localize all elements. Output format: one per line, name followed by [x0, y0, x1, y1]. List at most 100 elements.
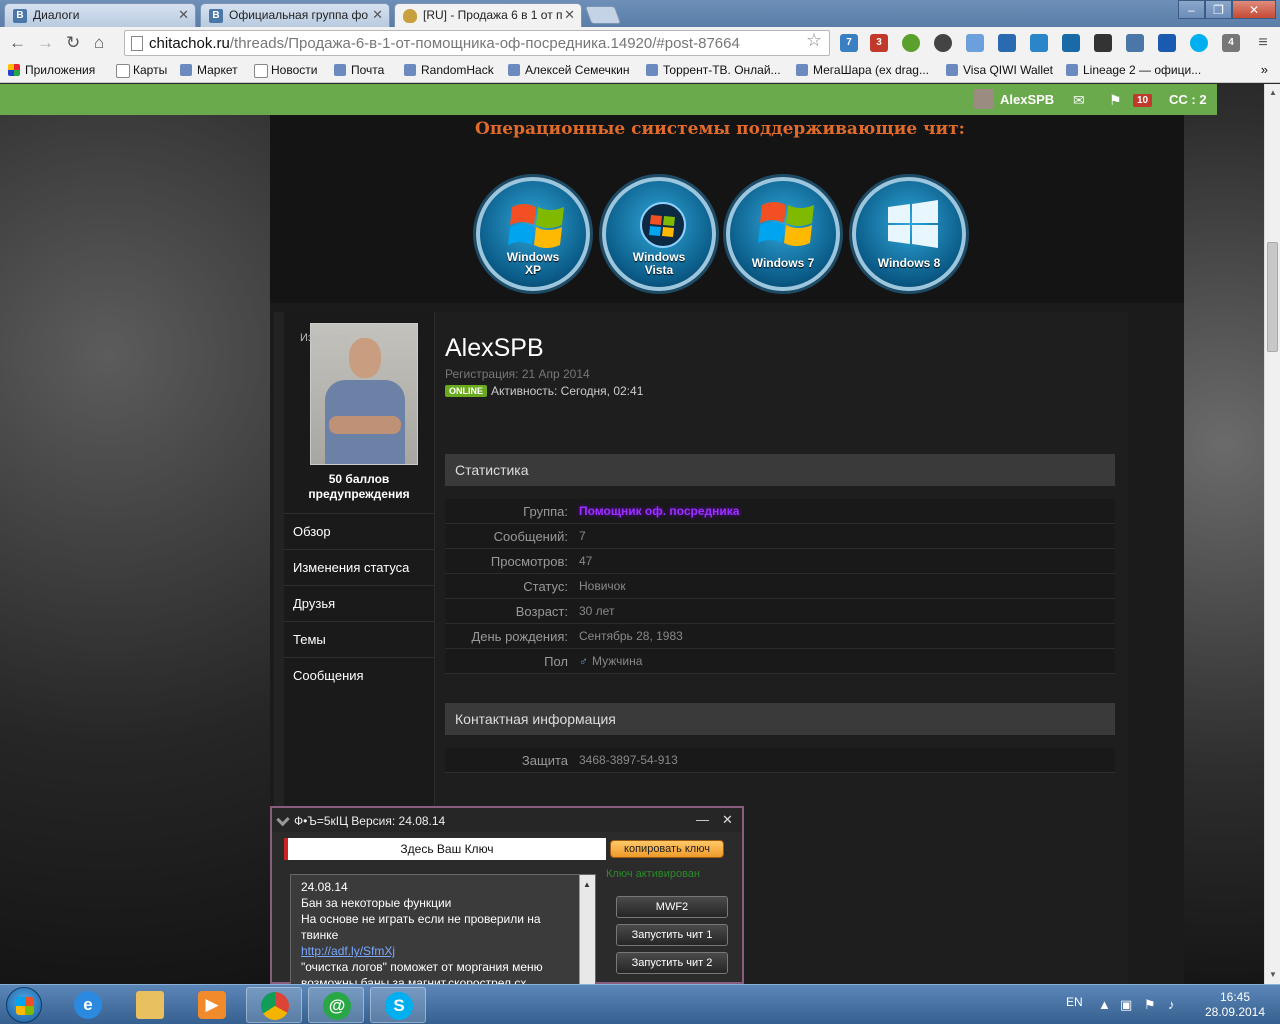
tab-official-group[interactable]: B Официальная группа фо ✕: [200, 3, 390, 27]
home-icon[interactable]: ⌂: [94, 33, 104, 53]
bookmark-qiwi[interactable]: Visa QIWI Wallet: [946, 63, 1053, 77]
bookmark-news[interactable]: Новости: [254, 63, 317, 78]
bookmark-torrent-tv[interactable]: Торрент-ТВ. Онлай...: [646, 63, 781, 77]
extension-icon-3[interactable]: 4: [1222, 34, 1240, 52]
address-bar[interactable]: chitachok.ru/threads/Продажа-6-в-1-от-по…: [124, 30, 830, 56]
profile-tab-status[interactable]: Изменения статуса: [284, 549, 434, 584]
bookmark-mail[interactable]: Почта: [334, 63, 384, 77]
online-badge: ONLINE: [445, 385, 488, 397]
language-indicator[interactable]: EN: [1066, 995, 1083, 1009]
taskbar-mail-agent[interactable]: @: [308, 987, 364, 1023]
bookmark-megashara[interactable]: МегаШара (ex drag...: [796, 63, 929, 77]
launch-cheat-2-button[interactable]: Запустить чит 2: [616, 952, 728, 974]
taskbar-media-player[interactable]: ▶: [184, 987, 240, 1023]
stat-key: Возраст:: [515, 604, 568, 619]
stat-value-group[interactable]: Помощник оф. посредника: [579, 504, 739, 518]
camera-icon[interactable]: [1094, 34, 1112, 52]
vk-icon: B: [13, 9, 27, 23]
key-icon[interactable]: [1158, 34, 1176, 52]
stat-row: Сообщений: 7: [445, 524, 1115, 549]
action-center-icon[interactable]: ⚑: [1144, 997, 1156, 1013]
mail-at-icon[interactable]: [1030, 34, 1048, 52]
bookmark-randomhack[interactable]: RandomHack: [404, 63, 494, 77]
contact-header: Контактная информация: [445, 703, 1115, 735]
taskbar-ie[interactable]: e: [60, 987, 116, 1023]
bookmark-apps[interactable]: Приложения: [8, 63, 95, 77]
tab-dialogs[interactable]: B Диалоги ✕: [4, 3, 196, 27]
system-clock[interactable]: 16:45 28.09.2014: [1200, 990, 1270, 1020]
back-icon[interactable]: ←: [9, 33, 26, 53]
close-tab-icon[interactable]: ✕: [178, 7, 189, 23]
bookmark-lineage[interactable]: Lineage 2 — офици...: [1066, 63, 1201, 77]
taskbar-chrome[interactable]: [246, 987, 302, 1023]
maximize-button[interactable]: ❐: [1205, 0, 1232, 19]
page-scrollbar[interactable]: ▲ ▼: [1264, 84, 1280, 984]
minimize-button[interactable]: –: [1178, 0, 1205, 19]
eye-icon[interactable]: [1062, 34, 1080, 52]
bookmarks-overflow-icon[interactable]: »: [1261, 62, 1268, 77]
taskbar-skype[interactable]: S: [370, 987, 426, 1023]
page-icon: [131, 36, 143, 51]
close-tab-icon[interactable]: ✕: [372, 7, 383, 23]
cc-counter[interactable]: CC : 2: [1169, 92, 1207, 107]
forward-icon[interactable]: →: [37, 33, 54, 53]
envelope-icon[interactable]: ✉: [1073, 92, 1085, 109]
stat-row: Группа: Помощник оф. посредника: [445, 499, 1115, 524]
mwf2-button[interactable]: MWF2: [616, 896, 728, 918]
contact-value: 3468-3897-54-913: [579, 753, 678, 767]
vk-extension-icon[interactable]: [1126, 34, 1144, 52]
profile-tab-threads[interactable]: Темы: [284, 621, 434, 656]
network-icon[interactable]: ▣: [1120, 997, 1132, 1013]
start-button[interactable]: [6, 987, 42, 1023]
launch-cheat-1-button[interactable]: Запустить чит 1: [616, 924, 728, 946]
adblock-icon[interactable]: 3: [870, 34, 888, 52]
account-link[interactable]: AlexSPB: [974, 89, 1054, 109]
extension-icon-2[interactable]: [902, 34, 920, 52]
copy-key-button[interactable]: копировать ключ: [610, 840, 724, 858]
bookmark-maps[interactable]: Карты: [116, 63, 167, 78]
flag-icon[interactable]: ⚑: [1109, 92, 1122, 109]
bookmark-alexey[interactable]: Алексей Семечкин: [508, 63, 629, 77]
reload-icon[interactable]: ↻: [66, 33, 80, 53]
registration-date: Регистрация: 21 Апр 2014: [445, 367, 590, 381]
scrollbar-thumb[interactable]: [1267, 242, 1278, 352]
news-scrollbar[interactable]: ▲: [579, 875, 595, 985]
close-tab-icon[interactable]: ✕: [564, 7, 575, 23]
window-controls: – ❐ ✕: [1178, 0, 1276, 20]
news-link[interactable]: http://adf.ly/SfmXj: [301, 944, 395, 958]
close-window-button[interactable]: ✕: [1232, 0, 1276, 19]
mail-agent-icon: @: [323, 992, 351, 1020]
extension-icon[interactable]: 7: [840, 34, 858, 52]
taskbar-explorer[interactable]: [122, 987, 178, 1023]
grid-icon[interactable]: [998, 34, 1016, 52]
news-line: "очистка логов" поможет от моргания меню…: [301, 960, 543, 986]
folder-icon: [136, 991, 164, 1019]
profile-tab-friends[interactable]: Друзья: [284, 585, 434, 620]
cheat-minimize-button[interactable]: —: [696, 812, 709, 827]
scroll-up-icon[interactable]: ▲: [583, 877, 591, 893]
news-box[interactable]: 24.08.14 Бан за некоторые функции На осн…: [290, 874, 596, 986]
tab-current[interactable]: [RU] - Продажа 6 в 1 от п ✕: [394, 3, 582, 27]
scroll-up-icon[interactable]: ▲: [1269, 88, 1277, 97]
cloud-icon[interactable]: [966, 34, 984, 52]
avatar-photo-head: [349, 338, 381, 378]
key-field[interactable]: Здесь Ваш Ключ: [284, 838, 606, 860]
new-tab-button[interactable]: [584, 6, 622, 24]
tray-expand-icon[interactable]: ▲: [1098, 997, 1111, 1012]
menu-icon[interactable]: ≡: [1254, 34, 1272, 52]
os-label-line1: Windows 8: [877, 256, 941, 270]
skype-extension-icon[interactable]: [1190, 34, 1208, 52]
bookmark-star-icon[interactable]: ☆: [806, 30, 822, 51]
profile-tab-messages[interactable]: Сообщения: [284, 657, 434, 692]
adblock-badge: 3: [876, 37, 882, 48]
profile-tab-overview[interactable]: Обзор: [284, 513, 434, 548]
change-avatar-link[interactable]: Изменить: [300, 332, 350, 344]
clock-icon[interactable]: [934, 34, 952, 52]
cheat-close-button[interactable]: ✕: [722, 812, 733, 828]
windows-vista-badge: Windows Vista: [602, 177, 716, 291]
bookmark-market[interactable]: Маркет: [180, 63, 238, 77]
volume-icon[interactable]: ♪: [1168, 997, 1175, 1012]
avatar[interactable]: [310, 323, 418, 465]
scroll-down-icon[interactable]: ▼: [1269, 970, 1277, 979]
cheat-loader-window: Ф•Ъ=5кIЦ Версия: 24.08.14 — ✕ Здесь Ваш …: [270, 806, 744, 986]
